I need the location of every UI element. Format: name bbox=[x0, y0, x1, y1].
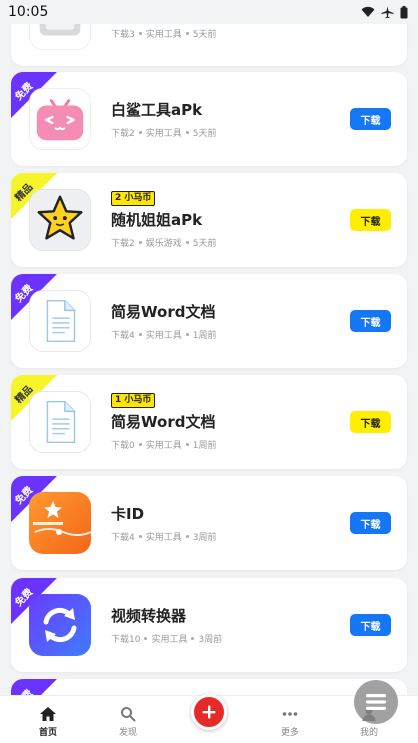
list-item[interactable]: 精品 2 小马币 随机姐姐aPk 下载2 娱乐游戏 5天前 下载 bbox=[11, 173, 407, 267]
app-name: 卡ID bbox=[111, 504, 145, 523]
status-time: 10:05 bbox=[8, 4, 49, 20]
app-time: 5天前 bbox=[192, 128, 217, 139]
app-name: 视频转换器 bbox=[111, 606, 187, 625]
separator-dot bbox=[138, 443, 142, 446]
home-icon bbox=[39, 705, 57, 723]
separator-dot bbox=[185, 32, 189, 35]
download-count: 下载4 bbox=[111, 330, 135, 341]
app-meta: 下载10 实用工具 3周前 bbox=[111, 632, 222, 645]
list-item[interactable]: 免费 视频转换器 下载10 实用工具 3周前 下载 bbox=[11, 578, 407, 672]
app-time: 3周前 bbox=[198, 634, 223, 645]
app-time: 3周前 bbox=[192, 532, 217, 543]
download-button[interactable]: 下载 bbox=[350, 614, 391, 636]
tab-discover[interactable]: 发现 bbox=[98, 696, 158, 743]
app-category: 实用工具 bbox=[145, 441, 182, 451]
tab-label: 我的 bbox=[359, 728, 378, 738]
app-feed[interactable]: 下载3 实用工具 5天前 下载 免费 白鲨工具aPk 下载2 bbox=[0, 0, 418, 743]
download-count: 下载3 bbox=[111, 30, 135, 40]
tab-label: 发现 bbox=[118, 728, 137, 738]
status-bar: 10:05 bbox=[0, 0, 418, 24]
sync-arrows-icon bbox=[29, 594, 91, 656]
app-info: 简易Word文档 下载4 实用工具 1周前 bbox=[111, 274, 216, 368]
star-face-icon bbox=[29, 189, 91, 251]
app-name: 随机姐姐aPk bbox=[111, 211, 203, 229]
airplane-icon bbox=[381, 6, 394, 18]
menu-icon bbox=[366, 694, 386, 710]
download-button[interactable]: 下载 bbox=[350, 411, 391, 433]
list-item[interactable]: 免费 白鲨工具aPk 下载2 实用工具 5天前 下载 bbox=[11, 72, 407, 166]
tab-label: 更多 bbox=[280, 728, 299, 738]
list-item[interactable]: 免费 卡ID 下载4 实用工具 3周前 下载 bbox=[11, 476, 407, 570]
app-category: 娱乐游戏 bbox=[145, 239, 182, 249]
download-count: 下载0 bbox=[111, 441, 135, 451]
separator-dot bbox=[185, 130, 189, 134]
app-category: 实用工具 bbox=[145, 128, 182, 139]
tab-label: 首页 bbox=[38, 728, 57, 738]
separator-dot bbox=[185, 443, 189, 446]
download-count: 下载2 bbox=[111, 128, 135, 139]
pink-tv-mascot-icon bbox=[29, 88, 91, 150]
app-info: 白鲨工具aPk 下载2 实用工具 5天前 bbox=[111, 72, 216, 166]
coin-price-badge: 2 小马币 bbox=[111, 191, 156, 206]
separator-dot bbox=[185, 534, 189, 538]
coin-price-badge: 1 小马币 bbox=[111, 393, 156, 408]
separator-dot bbox=[138, 130, 142, 134]
list-item[interactable]: 免费 简易Word文档 下载4 实用工具 1周前 下载 bbox=[11, 274, 407, 368]
search-icon bbox=[120, 705, 136, 723]
app-category: 实用工具 bbox=[145, 30, 182, 40]
app-info: 卡ID 下载4 实用工具 3周前 bbox=[111, 476, 216, 570]
separator-dot bbox=[144, 636, 148, 640]
app-info: 2 小马币 随机姐姐aPk 下载2 娱乐游戏 5天前 bbox=[111, 173, 216, 267]
more-dots-icon bbox=[282, 705, 298, 723]
app-meta: 下载0 实用工具 1周前 bbox=[111, 438, 216, 451]
separator-dot bbox=[138, 241, 142, 244]
orange-star-card-icon bbox=[29, 492, 91, 554]
download-count: 下载10 bbox=[111, 634, 141, 645]
document-icon bbox=[29, 290, 91, 352]
download-button[interactable]: 下载 bbox=[350, 209, 391, 231]
app-meta: 下载4 实用工具 1周前 bbox=[111, 328, 216, 341]
app-time: 1周前 bbox=[192, 441, 217, 451]
app-name: 白鲨工具aPk bbox=[111, 100, 203, 119]
tab-more[interactable]: 更多 bbox=[260, 696, 320, 743]
tab-home[interactable]: 首页 bbox=[18, 696, 78, 743]
separator-dot bbox=[191, 636, 195, 640]
app-info: 视频转换器 下载10 实用工具 3周前 bbox=[111, 578, 222, 672]
app-meta: 下载2 实用工具 5天前 bbox=[111, 126, 216, 139]
app-time: 5天前 bbox=[192, 239, 217, 249]
status-icons bbox=[361, 5, 408, 19]
app-info: 1 小马币 简易Word文档 下载0 实用工具 1周前 bbox=[111, 375, 216, 469]
document-icon bbox=[29, 391, 91, 453]
app-time: 1周前 bbox=[192, 330, 217, 341]
app-name: 简易Word文档 bbox=[111, 302, 216, 321]
app-category: 实用工具 bbox=[151, 634, 188, 645]
app-category: 实用工具 bbox=[145, 532, 182, 543]
app-time: 5天前 bbox=[192, 30, 217, 40]
wifi-icon bbox=[361, 6, 375, 17]
separator-dot bbox=[138, 534, 142, 538]
battery-icon bbox=[400, 5, 408, 18]
download-count: 下载2 bbox=[111, 239, 135, 249]
separator-dot bbox=[138, 32, 142, 35]
add-button[interactable] bbox=[191, 694, 227, 730]
app-meta: 下载2 娱乐游戏 5天前 bbox=[111, 236, 216, 249]
list-item[interactable]: 精品 1 小马币 简易Word文档 下载0 实用工具 1周前 下载 bbox=[11, 375, 407, 469]
floating-menu-button[interactable] bbox=[354, 680, 398, 724]
download-button[interactable]: 下载 bbox=[350, 310, 391, 332]
download-count: 下载4 bbox=[111, 532, 135, 543]
separator-dot bbox=[185, 332, 189, 336]
separator-dot bbox=[185, 241, 189, 244]
plus-icon bbox=[202, 705, 216, 719]
download-button[interactable]: 下载 bbox=[350, 108, 391, 130]
separator-dot bbox=[138, 332, 142, 336]
download-button[interactable]: 下载 bbox=[350, 512, 391, 534]
app-name: 简易Word文档 bbox=[111, 413, 216, 431]
app-category: 实用工具 bbox=[145, 330, 182, 341]
app-meta: 下载3 实用工具 5天前 bbox=[111, 27, 216, 40]
app-meta: 下载4 实用工具 3周前 bbox=[111, 530, 216, 543]
